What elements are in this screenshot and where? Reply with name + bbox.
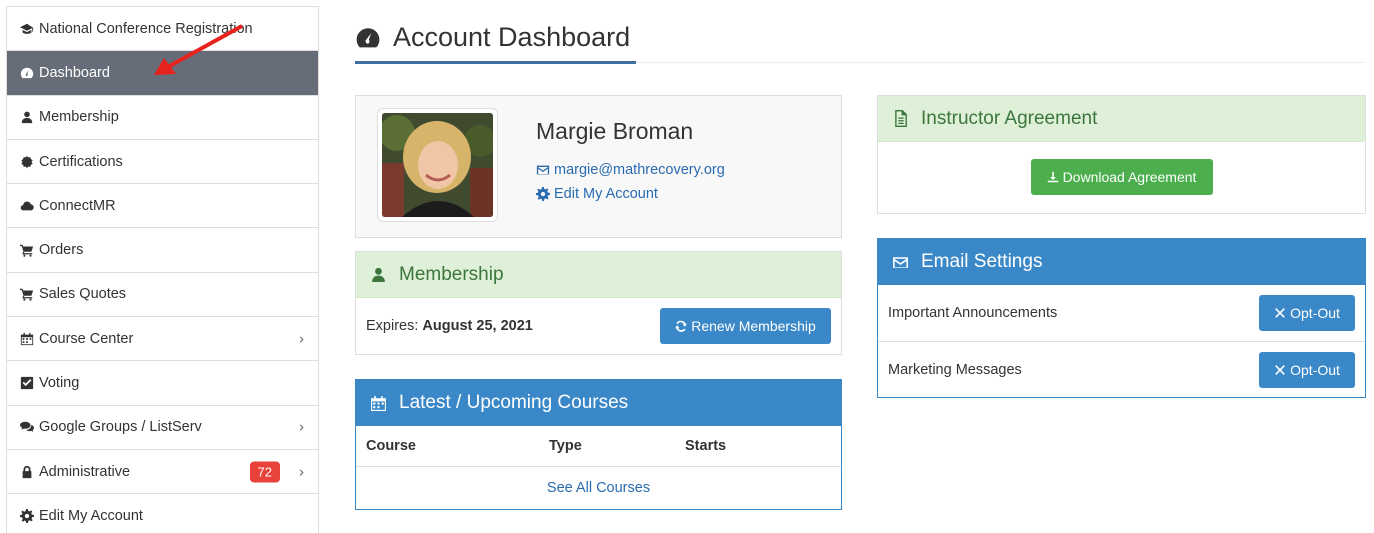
profile-name: Margie Broman: [536, 118, 694, 144]
refresh-icon: [675, 320, 688, 332]
chevron-right-icon: ›: [299, 418, 304, 436]
download-icon: [1047, 171, 1058, 183]
sidebar-item-course-center[interactable]: Course Center ›: [7, 317, 318, 362]
sidebar-item-edit-my-account[interactable]: Edit My Account: [7, 494, 318, 533]
document-icon: [895, 110, 907, 127]
renew-membership-button[interactable]: Renew Membership: [660, 308, 831, 344]
certificate-icon: [19, 155, 35, 169]
membership-body: Expires: August 25, 2021 Renew Membershi…: [356, 298, 841, 354]
courses-panel-title: Latest / Upcoming Courses: [399, 392, 629, 413]
download-agreement-label: Download Agreement: [1062, 169, 1197, 185]
sidebar-item-google-groups[interactable]: Google Groups / ListServ ›: [7, 406, 318, 450]
user-icon: [19, 110, 35, 124]
column-header-starts: Starts: [685, 438, 727, 454]
comments-icon: [19, 420, 35, 434]
sidebar-item-voting[interactable]: Voting: [7, 361, 318, 406]
profile-card: Margie Broman margie@mathrecovery.org Ed…: [355, 95, 842, 238]
download-agreement-button[interactable]: Download Agreement: [1030, 159, 1213, 195]
renew-membership-label: Renew Membership: [691, 318, 816, 334]
sidebar-item-connectmr[interactable]: ConnectMR: [7, 184, 318, 229]
sidebar-item-label: National Conference Registration: [39, 20, 253, 37]
title-underline: [355, 61, 636, 64]
membership-panel: Membership Expires: August 25, 2021 Rene…: [355, 251, 842, 355]
gear-icon: [536, 187, 550, 201]
notification-badge: 72: [249, 461, 280, 483]
sidebar-item-orders[interactable]: Orders: [7, 228, 318, 273]
avatar: [377, 108, 498, 222]
see-all-courses-link[interactable]: See All Courses: [356, 467, 841, 509]
sidebar-item-label: Google Groups / ListServ: [39, 419, 202, 436]
chevron-right-icon: ›: [299, 330, 304, 348]
sidebar-item-label: Orders: [39, 242, 84, 259]
email-settings-header: Email Settings: [878, 239, 1365, 285]
sidebar-item-label: Course Center: [39, 330, 134, 347]
cloud-icon: [19, 199, 35, 213]
instructor-agreement-panel: Instructor Agreement Download Agreement: [877, 95, 1366, 214]
envelope-icon: [536, 165, 550, 175]
sidebar-item-certifications[interactable]: Certifications: [7, 140, 318, 185]
column-header-course: Course: [366, 438, 416, 454]
cart-icon: [19, 287, 35, 302]
lock-icon: [19, 465, 35, 479]
edit-account-label: Edit My Account: [554, 186, 658, 202]
sidebar-item-label: Voting: [39, 375, 80, 392]
gear-icon: [19, 508, 35, 523]
membership-panel-header: Membership: [356, 252, 841, 298]
graduation-cap-icon: [19, 22, 35, 36]
user-icon: [372, 267, 385, 282]
agreement-body: Download Agreement: [878, 142, 1365, 195]
calendar-icon: [371, 395, 386, 411]
sidebar-item-label: Membership: [39, 109, 119, 126]
edit-account-link[interactable]: Edit My Account: [536, 186, 658, 202]
column-header-type: Type: [549, 438, 582, 454]
close-icon: [1275, 364, 1285, 375]
close-icon: [1275, 307, 1285, 318]
sidebar-item-membership[interactable]: Membership: [7, 96, 318, 140]
agreement-panel-title: Instructor Agreement: [921, 107, 1098, 129]
sidebar-item-label: ConnectMR: [39, 197, 116, 214]
avatar-photo: [382, 113, 493, 217]
agreement-panel-header: Instructor Agreement: [878, 96, 1365, 142]
email-setting-label: Important Announcements: [888, 304, 1058, 321]
courses-panel: Latest / Upcoming Courses Course Type St…: [355, 379, 842, 510]
check-square-icon: [19, 376, 35, 390]
sidebar-item-label: Dashboard: [39, 64, 110, 81]
email-settings-title: Email Settings: [921, 251, 1043, 272]
sidebar-item-label: Edit My Account: [39, 507, 143, 524]
courses-panel-header: Latest / Upcoming Courses: [356, 380, 841, 426]
opt-out-label: Opt-Out: [1290, 304, 1340, 321]
opt-out-button[interactable]: Opt-Out: [1259, 294, 1355, 331]
tachometer-icon: [19, 66, 35, 80]
cart-icon: [19, 243, 35, 257]
email-setting-label: Marketing Messages: [888, 361, 1022, 378]
profile-email: margie@mathrecovery.org: [554, 162, 725, 178]
sidebar-item-label: Administrative: [39, 463, 131, 480]
sidebar-item-label: Certifications: [39, 153, 123, 170]
page-title-text: Account Dashboard: [393, 22, 631, 52]
expires-label: Expires:: [366, 318, 419, 334]
envelope-icon: [893, 256, 908, 268]
email-setting-row: Marketing Messages Opt-Out: [878, 342, 1365, 399]
sidebar-item-national-conference-registration[interactable]: National Conference Registration: [7, 7, 318, 52]
calendar-icon: [19, 332, 35, 346]
sidebar-item-sales-quotes[interactable]: Sales Quotes: [7, 273, 318, 318]
email-settings-panel: Email Settings Important Announcements O…: [877, 238, 1366, 398]
sidebar-item-dashboard[interactable]: Dashboard: [7, 51, 318, 96]
page-title: Account Dashboard: [355, 22, 630, 53]
profile-email-link[interactable]: margie@mathrecovery.org: [536, 162, 725, 178]
sidebar-item-label: Sales Quotes: [39, 286, 127, 303]
membership-panel-title: Membership: [399, 263, 504, 285]
expires-date: August 25, 2021: [422, 318, 533, 334]
membership-expiry: Expires: August 25, 2021: [366, 318, 533, 334]
sidebar-item-administrative[interactable]: Administrative 72 ›: [7, 450, 318, 495]
email-setting-row: Important Announcements Opt-Out: [878, 285, 1365, 342]
chevron-right-icon: ›: [299, 463, 304, 481]
tachometer-icon: [356, 27, 380, 47]
opt-out-label: Opt-Out: [1290, 361, 1340, 378]
sidebar-nav: National Conference Registration Dashboa…: [6, 6, 319, 533]
opt-out-button[interactable]: Opt-Out: [1259, 351, 1355, 388]
courses-table-header: Course Type Starts: [356, 426, 841, 467]
